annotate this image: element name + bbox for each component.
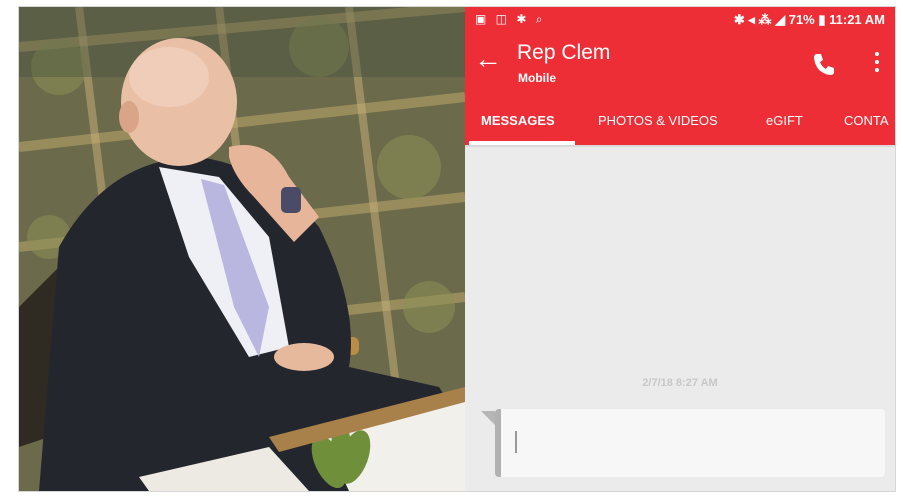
- tab-messages[interactable]: MESSAGES: [481, 113, 555, 128]
- contact-name: Rep Clem: [517, 41, 611, 64]
- status-system-info: ✱ ◂ ⁂ ◢ 71% ▮ 11:21 AM: [733, 12, 885, 27]
- status-notification-icons: ▣ ◫ ✱ ⌕: [475, 12, 546, 26]
- photo-man-in-suit: [19, 7, 465, 491]
- app-bar: ← Rep Clem Mobile: [465, 33, 895, 95]
- tab-egift[interactable]: eGIFT: [766, 113, 803, 128]
- tab-photos-videos[interactable]: PHOTOS & VIDEOS: [598, 113, 718, 128]
- screenshot-frame: ▣ ◫ ✱ ⌕ ✱ ◂ ⁂ ◢ 71% ▮ 11:21 AM ← Rep Cle…: [18, 6, 896, 492]
- status-bar: ▣ ◫ ✱ ⌕ ✱ ◂ ⁂ ◢ 71% ▮ 11:21 AM: [465, 7, 895, 33]
- tab-bar: MESSAGES PHOTOS & VIDEOS eGIFT CONTA: [465, 95, 895, 145]
- phone-call-icon[interactable]: [811, 51, 837, 77]
- back-arrow-icon[interactable]: ←: [473, 45, 503, 75]
- messaging-app-screen: ▣ ◫ ✱ ⌕ ✱ ◂ ⁂ ◢ 71% ▮ 11:21 AM ← Rep Cle…: [465, 7, 895, 491]
- message-bubble-tail: [481, 411, 495, 425]
- contact-number-type: Mobile: [518, 71, 556, 85]
- message-timestamp: 2/7/18 8:27 AM: [642, 377, 718, 389]
- more-vertical-icon[interactable]: [869, 49, 885, 79]
- tab-divider: [465, 145, 895, 147]
- message-bubble[interactable]: [495, 409, 885, 477]
- text-cursor: [515, 431, 517, 453]
- tab-contact[interactable]: CONTA: [844, 113, 889, 128]
